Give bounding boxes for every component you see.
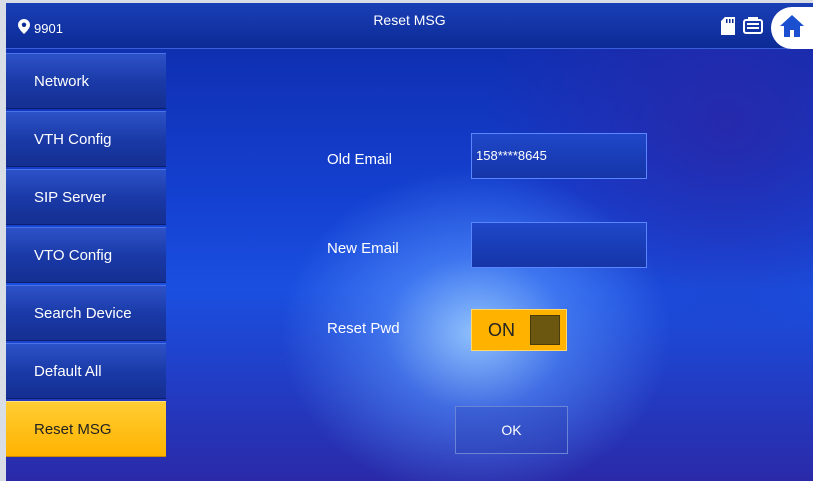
sidebar-item-label: VTH Config	[34, 130, 112, 148]
new-email-label: New Email	[327, 240, 399, 257]
sidebar-item-sip-server[interactable]: SIP Server	[6, 169, 166, 225]
sidebar-item-reset-msg[interactable]: Reset MSG	[6, 401, 166, 457]
sidebar-item-label: SIP Server	[34, 188, 107, 206]
screen: 9901 Reset MSG Network VTH Config SIP Se…	[6, 3, 813, 481]
toggle-knob	[530, 315, 560, 345]
sidebar-item-network[interactable]: Network	[6, 53, 166, 109]
ok-button-label: OK	[501, 422, 522, 438]
page-title: Reset MSG	[373, 12, 446, 28]
sd-card-icon	[721, 16, 735, 40]
sidebar-item-label: Default All	[34, 362, 102, 380]
sidebar-item-vto-config[interactable]: VTO Config	[6, 227, 166, 283]
home-button[interactable]	[771, 7, 813, 49]
ok-button[interactable]: OK	[455, 406, 568, 454]
sidebar: Network VTH Config SIP Server VTO Config…	[6, 53, 166, 459]
sidebar-item-search-device[interactable]: Search Device	[6, 285, 166, 341]
reset-pwd-label: Reset Pwd	[327, 320, 400, 337]
toggle-state-text: ON	[488, 319, 515, 340]
home-icon	[779, 14, 805, 43]
top-bar: 9901 Reset MSG	[6, 3, 813, 49]
sidebar-item-vth-config[interactable]: VTH Config	[6, 111, 166, 167]
sidebar-item-label: Network	[34, 72, 90, 90]
reset-pwd-toggle[interactable]: ON	[471, 309, 567, 351]
sidebar-item-label: VTO Config	[34, 246, 113, 264]
device-frame: 9901 Reset MSG Network VTH Config SIP Se…	[0, 0, 813, 481]
sidebar-item-label: Reset MSG	[34, 420, 112, 438]
status-icons	[721, 7, 813, 49]
sidebar-item-default-all[interactable]: Default All	[6, 343, 166, 399]
monitor-icon[interactable]	[743, 16, 763, 40]
sidebar-item-label: Search Device	[34, 304, 132, 322]
old-email-field[interactable]: 158****8645	[471, 133, 647, 179]
old-email-label: Old Email	[327, 151, 393, 168]
new-email-field[interactable]	[471, 222, 647, 268]
